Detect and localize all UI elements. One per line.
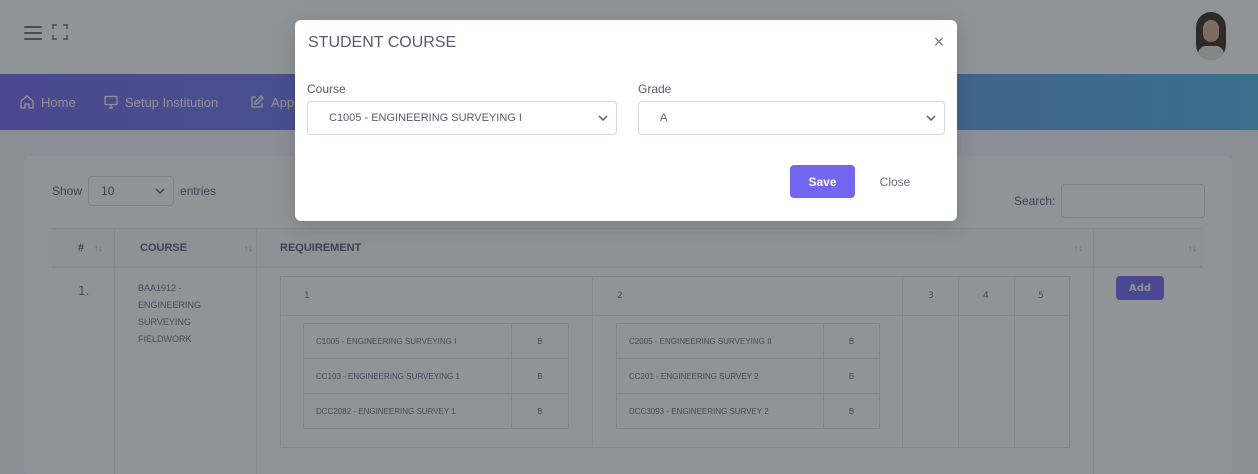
student-course-modal: STUDENT COURSE × Course C1005 - ENGINEER…	[295, 20, 957, 221]
grade-select[interactable]: A	[638, 101, 945, 135]
chevron-down-icon	[598, 115, 608, 121]
close-icon[interactable]: ×	[933, 34, 945, 50]
chevron-down-icon	[926, 115, 936, 121]
grade-select-value: A	[660, 112, 668, 124]
course-select-value: C1005 - ENGINEERING SURVEYING I	[329, 112, 522, 124]
close-button[interactable]: Close	[867, 165, 923, 198]
grade-label: Grade	[638, 82, 672, 96]
save-button[interactable]: Save	[790, 165, 855, 198]
modal-title: STUDENT COURSE	[308, 34, 457, 51]
course-select[interactable]: C1005 - ENGINEERING SURVEYING I	[307, 101, 617, 135]
course-label: Course	[307, 82, 346, 96]
